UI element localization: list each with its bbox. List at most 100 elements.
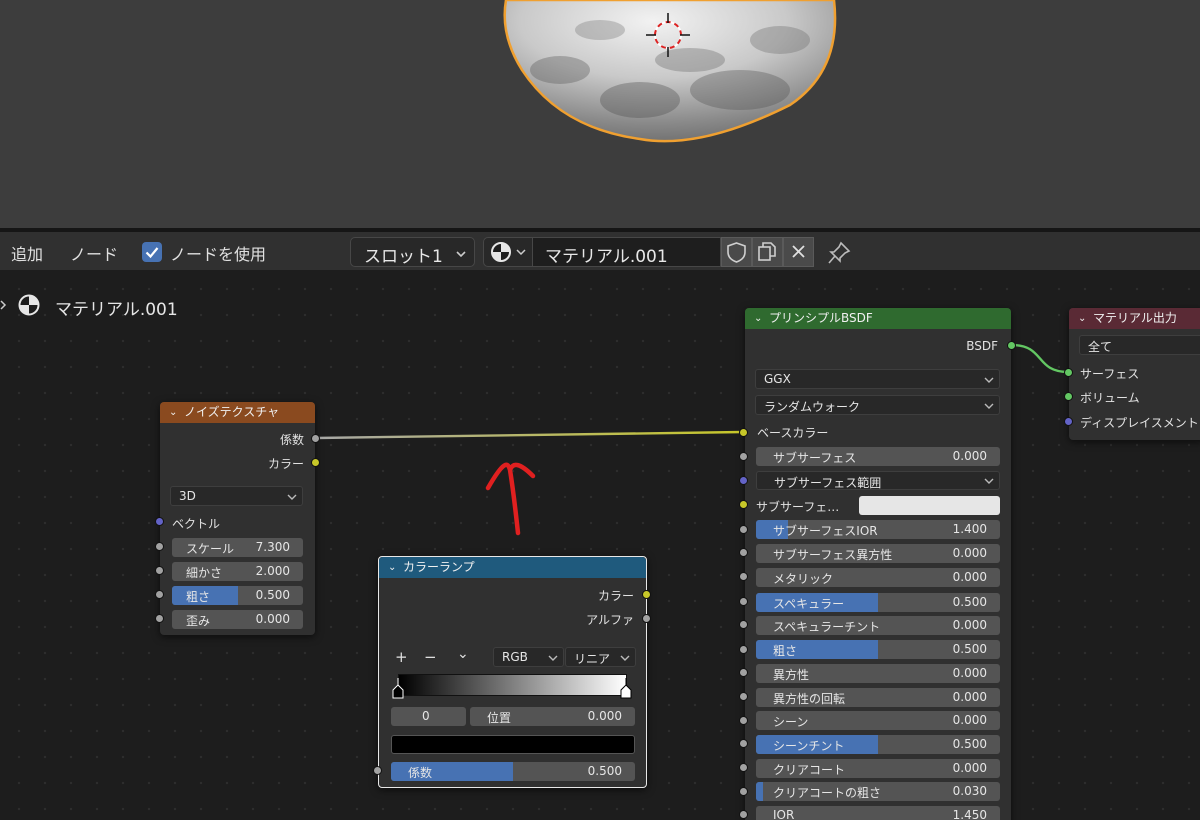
socket-base-color-in[interactable] bbox=[739, 428, 748, 437]
clearcoat-field[interactable]: クリアコート 0.000 bbox=[756, 759, 1000, 778]
distribution-value: GGX bbox=[764, 372, 791, 386]
anisotropic-field[interactable]: 異方性 0.000 bbox=[756, 664, 1000, 683]
pin-button[interactable] bbox=[826, 240, 852, 266]
specular-tint-field[interactable]: スペキュラーチント 0.000 bbox=[756, 616, 1000, 635]
slot-dropdown[interactable]: スロット1 bbox=[350, 237, 475, 267]
material-name-field[interactable]: マテリアル.001 bbox=[533, 237, 721, 267]
node-header[interactable]: ⌄ ノイズテクスチャ bbox=[160, 402, 315, 423]
field-label: 位置 bbox=[487, 711, 512, 725]
socket-subsurface-radius-in[interactable] bbox=[739, 476, 748, 485]
socket-roughness-in[interactable] bbox=[739, 645, 748, 654]
socket-color-out[interactable] bbox=[642, 590, 651, 599]
principled-bsdf-node[interactable]: ⌄ プリンシプルBSDF BSDF GGX ランダムウォーク ベースカラー サブサ… bbox=[745, 308, 1011, 820]
node-title: マテリアル出力 bbox=[1093, 311, 1177, 325]
subsurface-color-swatch[interactable] bbox=[859, 496, 1000, 515]
use-nodes-checkbox[interactable] bbox=[142, 242, 162, 262]
socket-vector-in[interactable] bbox=[155, 517, 164, 526]
material-browse-button[interactable] bbox=[483, 237, 533, 267]
socket-fac-in[interactable] bbox=[373, 766, 382, 775]
socket-sheen-in[interactable] bbox=[739, 716, 748, 725]
noise-texture-node[interactable]: ⌄ ノイズテクスチャ 係数 カラー 3D ベクトル スケール 7.300 細かさ 2.… bbox=[160, 402, 315, 635]
clearcoat-roughness-field[interactable]: クリアコートの粗さ 0.030 bbox=[756, 782, 1000, 801]
socket-anisotropic-rotation-in[interactable] bbox=[739, 692, 748, 701]
interpolation-dropdown[interactable]: リニア bbox=[565, 647, 636, 667]
socket-subsurface-in[interactable] bbox=[739, 452, 748, 461]
chevron-down-icon bbox=[984, 478, 994, 484]
active-stop-index-field[interactable]: 0 bbox=[391, 707, 466, 726]
node-header[interactable]: ⌄ カラーランプ bbox=[379, 557, 646, 578]
socket-specular-tint-in[interactable] bbox=[739, 620, 748, 629]
unlink-material-button[interactable] bbox=[783, 237, 814, 267]
scale-field[interactable]: スケール 7.300 bbox=[172, 538, 303, 557]
sheen-field[interactable]: シーン 0.000 bbox=[756, 711, 1000, 730]
target-dropdown[interactable]: 全て bbox=[1079, 335, 1200, 355]
socket-fac-out[interactable] bbox=[311, 434, 320, 443]
distribution-dropdown[interactable]: GGX bbox=[755, 369, 1000, 389]
stop-position-field[interactable]: 位置 0.000 bbox=[470, 707, 635, 726]
socket-distortion-in[interactable] bbox=[155, 614, 164, 623]
socket-subsurface-ior-in[interactable] bbox=[739, 525, 748, 534]
socket-surface-in[interactable] bbox=[1064, 368, 1073, 377]
menu-add[interactable]: 追加 bbox=[11, 241, 43, 265]
distortion-field[interactable]: 歪み 0.000 bbox=[172, 610, 303, 629]
field-value: 0.500 bbox=[952, 642, 987, 656]
socket-sheen-tint-in[interactable] bbox=[739, 739, 748, 748]
remove-stop-button[interactable]: − bbox=[424, 648, 437, 666]
detail-field[interactable]: 細かさ 2.000 bbox=[172, 562, 303, 581]
subsurface-anisotropy-field[interactable]: サブサーフェス異方性 0.000 bbox=[756, 544, 1000, 563]
metallic-field[interactable]: メタリック 0.000 bbox=[756, 568, 1000, 587]
socket-detail-in[interactable] bbox=[155, 566, 164, 575]
field-value: 0.500 bbox=[952, 595, 987, 609]
material-output-node[interactable]: ⌄ マテリアル出力 全て サーフェス ボリューム ディスプレイスメント bbox=[1069, 308, 1200, 440]
socket-clearcoat-in[interactable] bbox=[739, 763, 748, 772]
subsurface-ior-field[interactable]: サブサーフェスIOR 1.400 bbox=[756, 520, 1000, 539]
sheen-tint-field[interactable]: シーンチント 0.500 bbox=[756, 735, 1000, 754]
socket-specular-in[interactable] bbox=[739, 597, 748, 606]
node-header[interactable]: ⌄ プリンシプルBSDF bbox=[745, 308, 1011, 329]
roughness-field[interactable]: 粗さ 0.500 bbox=[172, 586, 303, 605]
socket-bsdf-out[interactable] bbox=[1007, 341, 1016, 350]
fake-user-button[interactable] bbox=[721, 237, 752, 267]
color-mode-dropdown[interactable]: RGB bbox=[493, 647, 564, 667]
ior-field[interactable]: IOR 1.450 bbox=[756, 806, 1000, 820]
dimensions-dropdown[interactable]: 3D bbox=[170, 486, 303, 506]
field-label: IOR bbox=[773, 808, 795, 820]
socket-alpha-out[interactable] bbox=[642, 614, 651, 623]
chevron-down-icon bbox=[456, 251, 466, 258]
field-label: 粗さ bbox=[773, 644, 798, 658]
socket-ior-in[interactable] bbox=[739, 810, 748, 819]
input-vector-label: ベクトル bbox=[172, 517, 221, 531]
socket-metallic-in[interactable] bbox=[739, 572, 748, 581]
color-ramp-gradient[interactable] bbox=[398, 674, 627, 696]
anisotropic-rotation-field[interactable]: 異方性の回転 0.000 bbox=[756, 688, 1000, 707]
subsurface-field[interactable]: サブサーフェス 0.000 bbox=[756, 447, 1000, 466]
fac-field[interactable]: 係数 0.500 bbox=[391, 762, 635, 781]
ramp-stop-black-handle[interactable] bbox=[391, 678, 407, 700]
socket-displacement-in[interactable] bbox=[1064, 417, 1073, 426]
add-stop-button[interactable]: + bbox=[395, 648, 408, 666]
color-ramp-node[interactable]: ⌄ カラーランプ カラー アルファ + − ⌄ RGB リニア 0 位置 0.000… bbox=[378, 556, 647, 788]
ramp-menu-button[interactable]: ⌄ bbox=[457, 646, 469, 662]
subsurface-method-dropdown[interactable]: ランダムウォーク bbox=[755, 395, 1000, 415]
breadcrumb-arrow-icon bbox=[0, 300, 7, 310]
specular-field[interactable]: スペキュラー 0.500 bbox=[756, 593, 1000, 612]
stop-color-swatch[interactable] bbox=[391, 735, 635, 754]
ramp-stop-white-handle[interactable] bbox=[619, 678, 635, 700]
socket-volume-in[interactable] bbox=[1064, 392, 1073, 401]
3d-viewport[interactable] bbox=[0, 0, 1200, 228]
socket-anisotropic-in[interactable] bbox=[739, 668, 748, 677]
socket-roughness-in[interactable] bbox=[155, 590, 164, 599]
node-header[interactable]: ⌄ マテリアル出力 bbox=[1069, 308, 1200, 329]
socket-subsurface-color-in[interactable] bbox=[739, 500, 748, 509]
socket-color-out[interactable] bbox=[311, 458, 320, 467]
roughness-field[interactable]: 粗さ 0.500 bbox=[756, 640, 1000, 659]
socket-clearcoat-roughness-in[interactable] bbox=[739, 787, 748, 796]
chevron-down-icon bbox=[287, 494, 297, 500]
material-name-value: マテリアル.001 bbox=[545, 247, 668, 267]
duplicate-material-button[interactable] bbox=[752, 237, 783, 267]
socket-subsurface-anisotropy-in[interactable] bbox=[739, 548, 748, 557]
field-label: 歪み bbox=[186, 614, 211, 628]
subsurface-radius-dropdown[interactable]: サブサーフェス範囲 bbox=[756, 471, 1000, 490]
menu-node[interactable]: ノード bbox=[70, 241, 118, 265]
socket-scale-in[interactable] bbox=[155, 542, 164, 551]
